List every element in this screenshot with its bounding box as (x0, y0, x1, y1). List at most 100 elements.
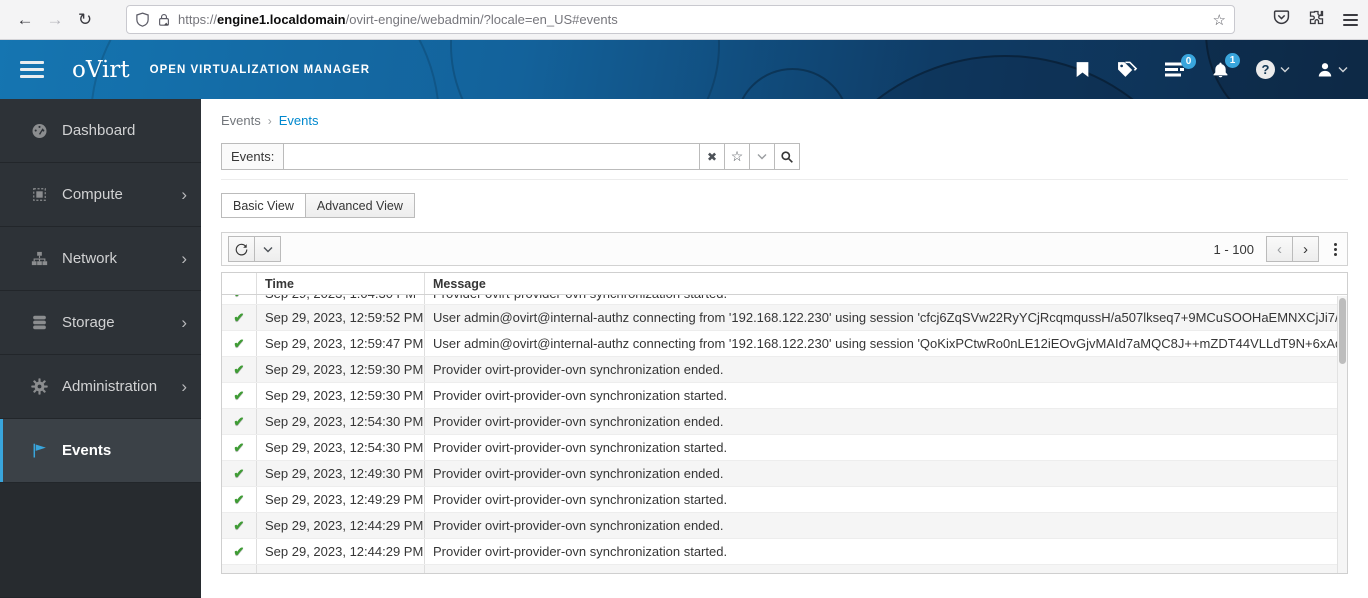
user-icon (1318, 63, 1332, 77)
success-check-icon: ✔ (233, 413, 245, 429)
scrollbar-thumb[interactable] (1339, 298, 1346, 364)
nav-toggle-icon[interactable] (20, 61, 44, 78)
table-scrollbar[interactable] (1337, 296, 1347, 573)
event-status-cell: ✔ (222, 295, 257, 304)
ovirt-logo: oVirt (72, 56, 130, 83)
table-row[interactable]: ✔ Sep 29, 2023, 12:59:52 PM User admin@o… (222, 305, 1347, 331)
event-time-cell: Sep 29, 2023, 12:59:30 PM (257, 383, 425, 408)
decorative-circle (450, 40, 720, 99)
event-status-cell: ✔ (222, 357, 257, 382)
browser-toolbar: ← → ↻ https://engine1.localdomain/ovirt-… (0, 0, 1368, 40)
sidebar-item-label: Administration (62, 378, 158, 395)
time-column-header[interactable]: Time (257, 273, 425, 294)
url-bar[interactable]: https://engine1.localdomain/ovirt-engine… (126, 5, 1235, 34)
sidebar-item-storage[interactable]: Storage › (0, 291, 201, 355)
sidebar-item-network[interactable]: Network › (0, 227, 201, 291)
prev-page-button[interactable]: ‹ (1266, 236, 1293, 262)
event-status-cell: ✔ (222, 305, 257, 330)
event-message-cell: User admin@ovirt@internal-authz connecti… (433, 336, 1337, 351)
tasks-count-badge: 0 (1181, 54, 1196, 69)
event-message-cell: Provider ovirt-provider-ovn synchronizat… (433, 492, 728, 507)
shield-permissions-icon[interactable] (135, 12, 150, 27)
sidebar-item-events[interactable]: Events (0, 419, 201, 483)
bookmark-star-icon[interactable]: ☆ (1213, 11, 1226, 29)
back-button[interactable]: ← (10, 5, 40, 35)
event-status-cell: ✔ (222, 461, 257, 486)
bookmark-search-button[interactable]: ☆ (725, 143, 750, 170)
forward-button[interactable]: → (40, 5, 70, 35)
extensions-puzzle-icon[interactable] (1308, 9, 1325, 31)
events-table: Time Message ✔ Sep 29, 2023, 1:04:30 PM … (221, 272, 1348, 574)
kebab-menu-icon[interactable] (1330, 239, 1341, 260)
alerts-count-badge: 1 (1225, 52, 1240, 68)
tab-advanced-view[interactable]: Advanced View (304, 193, 415, 218)
table-row-clipped[interactable]: ✔ Sep 29, 2023, 1:04:30 PM Provider ovir… (222, 295, 1347, 305)
notifications-bell-button[interactable]: 1 (1212, 52, 1240, 79)
chevron-right-icon: › (181, 185, 187, 204)
refresh-rate-dropdown-button[interactable] (254, 236, 281, 262)
browser-menu-icon[interactable] (1343, 13, 1358, 26)
help-menu-button[interactable]: ? (1256, 60, 1290, 79)
lock-warning-icon[interactable] (157, 12, 171, 27)
refresh-button[interactable] (228, 236, 255, 262)
table-body: ✔ Sep 29, 2023, 12:59:52 PM User admin@o… (222, 305, 1347, 565)
sidebar-item-administration[interactable]: Administration › (0, 355, 201, 419)
event-status-cell: ✔ (222, 539, 257, 564)
table-row[interactable]: ✔ Sep 29, 2023, 12:59:30 PM Provider ovi… (222, 357, 1347, 383)
clear-search-button[interactable]: ✖ (700, 143, 725, 170)
gauge-icon (30, 122, 48, 139)
bookmarks-button[interactable] (1075, 61, 1090, 78)
table-header-row: Time Message (222, 273, 1347, 295)
masthead: oVirt OPEN VIRTUALIZATION MANAGER 0 1 ? (0, 40, 1368, 99)
reload-button[interactable]: ↻ (70, 5, 100, 35)
search-input[interactable] (283, 143, 700, 170)
event-time-cell: Sep 29, 2023, 12:44:29 PM (257, 513, 425, 538)
next-page-button[interactable]: › (1292, 236, 1319, 262)
breadcrumb-current-link[interactable]: Events (279, 113, 319, 128)
table-row[interactable]: ✔ Sep 29, 2023, 12:54:30 PM Provider ovi… (222, 409, 1347, 435)
table-row[interactable]: ✔ Sep 29, 2023, 12:54:30 PM Provider ovi… (222, 435, 1347, 461)
tab-basic-view[interactable]: Basic View (221, 193, 306, 218)
event-time-cell: Sep 29, 2023, 12:49:30 PM (257, 461, 425, 486)
table-row[interactable]: ✔ Sep 29, 2023, 12:59:47 PM User admin@o… (222, 331, 1347, 357)
event-time-cell: Sep 29, 2023, 1:04:30 PM (257, 295, 425, 304)
breadcrumb: Events › Events (221, 113, 1348, 128)
user-menu-button[interactable] (1317, 61, 1348, 78)
database-icon (30, 314, 48, 331)
pocket-icon[interactable] (1273, 9, 1290, 31)
event-status-cell: ✔ (222, 409, 257, 434)
url-path: /ovirt-engine/webadmin/?locale=en_US#eve… (345, 12, 618, 27)
search-submit-button[interactable] (775, 143, 800, 170)
message-column-header[interactable]: Message (425, 273, 1337, 294)
status-column-header[interactable] (222, 273, 257, 294)
product-title: OPEN VIRTUALIZATION MANAGER (149, 63, 371, 76)
sidebar-item-label: Storage (62, 314, 115, 331)
search-dropdown-button[interactable] (750, 143, 775, 170)
table-row[interactable]: ✔ Sep 29, 2023, 12:49:30 PM Provider ovi… (222, 461, 1347, 487)
success-check-icon: ✔ (233, 439, 245, 455)
section-divider (221, 179, 1348, 180)
event-message-cell: User admin@ovirt@internal-authz connecti… (433, 310, 1337, 325)
event-time-cell: Sep 29, 2023, 12:44:29 PM (257, 539, 425, 564)
event-status-cell: ✔ (222, 487, 257, 512)
breadcrumb-root: Events (221, 113, 261, 128)
table-row[interactable]: ✔ Sep 29, 2023, 12:59:30 PM Provider ovi… (222, 383, 1347, 409)
search-prefix-label: Events: (221, 143, 284, 170)
sitemap-icon (30, 250, 48, 267)
search-bar: Events: ✖ ☆ (221, 143, 800, 170)
table-row[interactable]: ✔ Sep 29, 2023, 12:49:29 PM Provider ovi… (222, 487, 1347, 513)
tasks-button[interactable]: 0 (1165, 54, 1196, 77)
gear-icon (30, 378, 48, 395)
event-message-cell: Provider ovirt-provider-ovn synchronizat… (433, 388, 728, 403)
grid-toolbar: 1 - 100 ‹ › (221, 232, 1348, 266)
event-message-cell: Provider ovirt-provider-ovn synchronizat… (433, 414, 724, 429)
content-area: Events › Events Events: ✖ ☆ Basic View A… (201, 99, 1368, 598)
event-time-cell: Sep 29, 2023, 12:59:47 PM (257, 331, 425, 356)
sidebar-item-dashboard[interactable]: Dashboard (0, 99, 201, 163)
vertical-nav: Dashboard Compute › Network › Storage › (0, 99, 201, 598)
refresh-icon (235, 243, 248, 255)
tags-button[interactable] (1117, 61, 1138, 78)
sidebar-item-compute[interactable]: Compute › (0, 163, 201, 227)
table-row[interactable]: ✔ Sep 29, 2023, 12:44:29 PM Provider ovi… (222, 539, 1347, 565)
table-row[interactable]: ✔ Sep 29, 2023, 12:44:29 PM Provider ovi… (222, 513, 1347, 539)
